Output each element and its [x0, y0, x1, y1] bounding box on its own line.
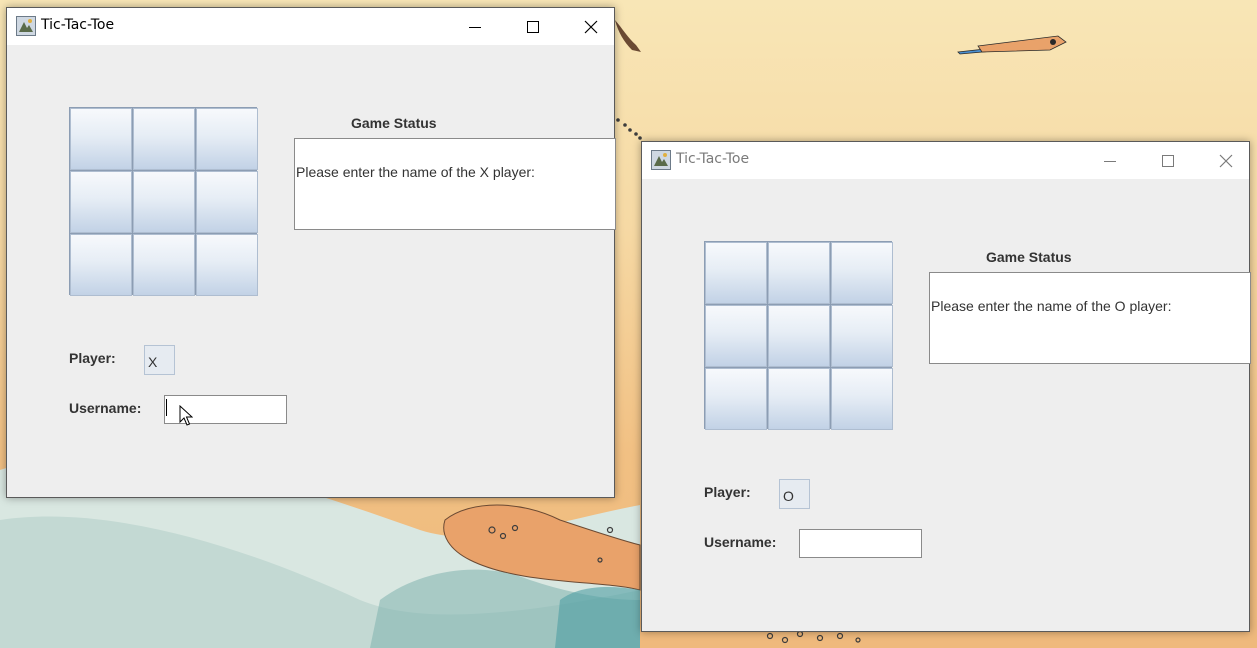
game-status-message: Please enter the name of the O player:: [931, 298, 1172, 314]
close-icon: [584, 20, 598, 33]
board-cell[interactable]: [831, 242, 893, 304]
game-board: [704, 241, 893, 430]
player-label: Player:: [69, 350, 116, 366]
board-cell[interactable]: [705, 305, 767, 367]
board-cell[interactable]: [133, 171, 195, 233]
window-titlebar[interactable]: Tic-Tac-Toe: [642, 142, 1249, 179]
desktop: Tic-Tac-Toe Game Status Please enter the…: [0, 0, 1257, 648]
username-input[interactable]: [799, 529, 922, 558]
game-board: [69, 107, 258, 296]
board-cell[interactable]: [196, 234, 258, 296]
board-cell[interactable]: [70, 108, 132, 170]
player-symbol-field: X: [144, 345, 175, 375]
player-symbol-field: O: [779, 479, 810, 509]
close-button[interactable]: [568, 8, 614, 45]
maximize-button[interactable]: [510, 8, 556, 45]
mouse-pointer-icon: [179, 405, 193, 426]
minimize-button[interactable]: [452, 8, 498, 45]
game-status-box: Please enter the name of the X player:: [294, 138, 616, 230]
maximize-button[interactable]: [1145, 142, 1191, 179]
tictactoe-window-o: Tic-Tac-Toe Game Status Please enter the…: [641, 141, 1251, 632]
board-cell[interactable]: [831, 368, 893, 430]
close-button[interactable]: [1203, 142, 1249, 179]
minimize-button[interactable]: [1087, 142, 1133, 179]
java-app-icon: [16, 16, 36, 36]
board-cell[interactable]: [768, 242, 830, 304]
username-label: Username:: [69, 400, 142, 416]
window-title: Tic-Tac-Toe: [676, 151, 750, 167]
board-cell[interactable]: [768, 368, 830, 430]
board-cell[interactable]: [133, 234, 195, 296]
minimize-icon: [1104, 160, 1116, 162]
board-cell[interactable]: [70, 234, 132, 296]
game-status-message: Please enter the name of the X player:: [296, 164, 535, 180]
game-status-heading: Game Status: [986, 249, 1072, 265]
tictactoe-window-x: Tic-Tac-Toe Game Status Please enter the…: [6, 7, 616, 498]
board-cell[interactable]: [133, 108, 195, 170]
username-label: Username:: [704, 534, 777, 550]
board-cell[interactable]: [705, 368, 767, 430]
close-icon: [1219, 154, 1233, 167]
player-label: Player:: [704, 484, 751, 500]
game-status-box: Please enter the name of the O player:: [929, 272, 1251, 364]
board-cell[interactable]: [831, 305, 893, 367]
board-cell[interactable]: [70, 171, 132, 233]
window-titlebar[interactable]: Tic-Tac-Toe: [7, 8, 614, 45]
window-title: Tic-Tac-Toe: [41, 17, 115, 33]
text-caret: [166, 399, 167, 416]
maximize-icon: [527, 20, 539, 33]
board-cell[interactable]: [768, 305, 830, 367]
java-app-icon: [651, 150, 671, 170]
game-status-heading: Game Status: [351, 115, 437, 131]
maximize-icon: [1162, 154, 1174, 167]
board-cell[interactable]: [196, 108, 258, 170]
minimize-icon: [469, 26, 481, 28]
board-cell[interactable]: [196, 171, 258, 233]
board-cell[interactable]: [705, 242, 767, 304]
